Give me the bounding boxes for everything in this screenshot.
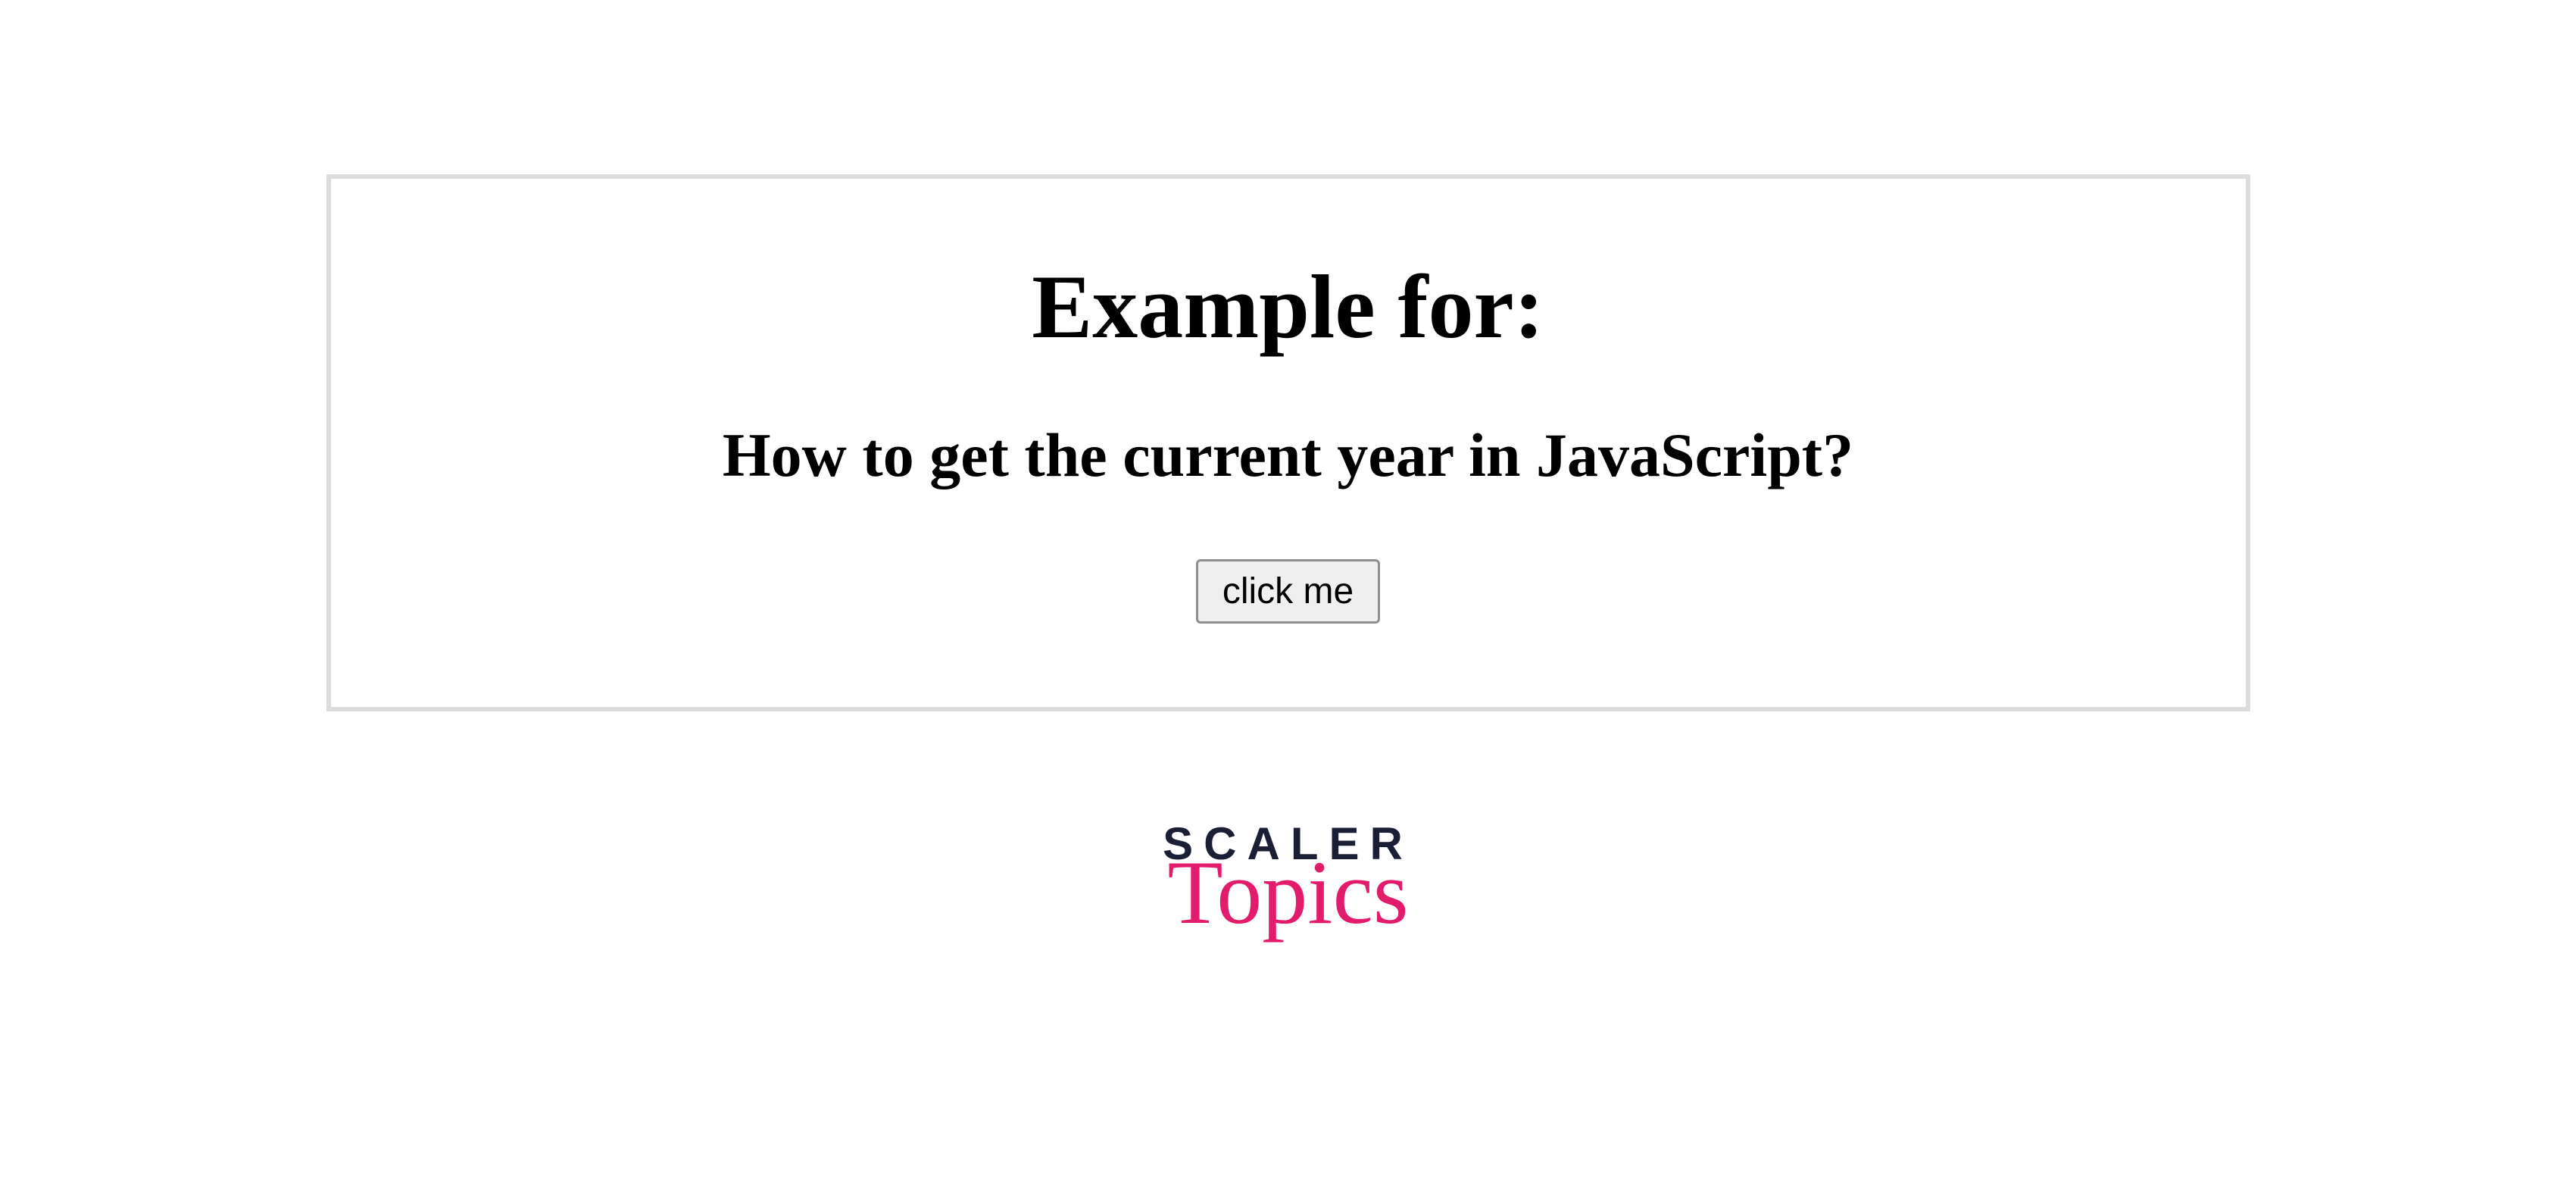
logo-text-topics: Topics: [1163, 847, 1413, 938]
example-card: Example for: How to get the current year…: [326, 174, 2250, 711]
card-title: Example for:: [376, 255, 2200, 359]
scaler-topics-logo: SCALER Topics: [1163, 818, 1413, 938]
click-me-button[interactable]: click me: [1196, 559, 1380, 624]
card-subtitle: How to get the current year in JavaScrip…: [376, 420, 2200, 491]
